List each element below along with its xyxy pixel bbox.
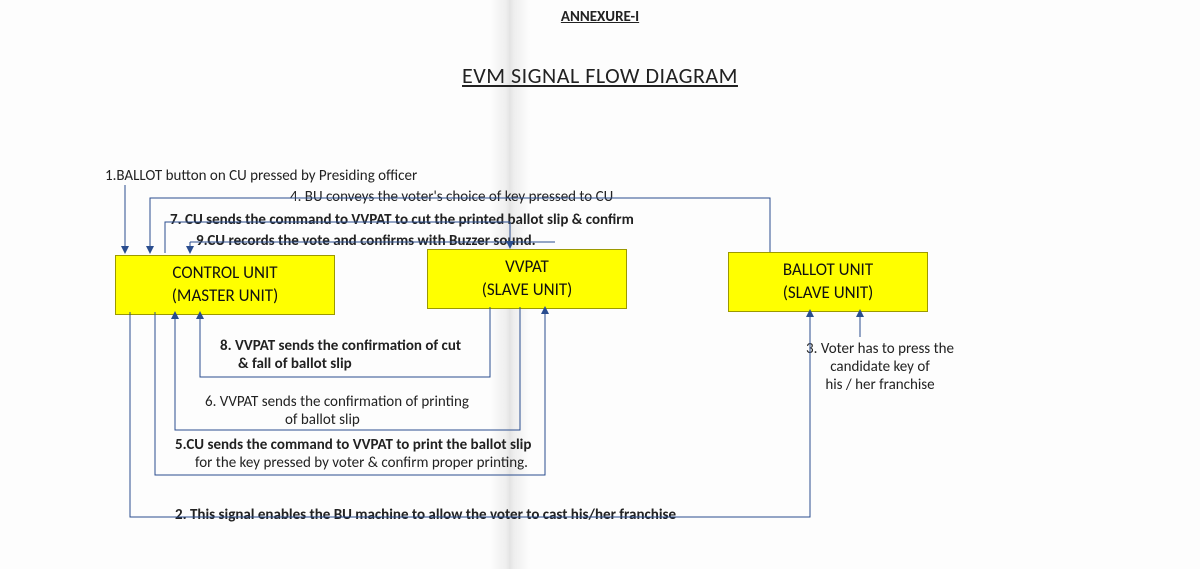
control-unit-box: CONTROL UNIT (MASTER UNIT) [115, 255, 335, 315]
step-8-label: 8. VVPAT sends the confirmation of cut &… [220, 337, 461, 373]
vvpat-unit-line1: VVPAT [436, 256, 618, 279]
step-5-label: 5.CU sends the command to VVPAT to print… [175, 436, 531, 472]
vvpat-unit-box: VVPAT (SLAVE UNIT) [427, 249, 627, 309]
step-4-label: 4. BU conveys the voter's choice of key … [290, 188, 613, 206]
diagram-title: EVM SIGNAL FLOW DIAGRAM [0, 62, 1200, 89]
step-9-label: 9.CU records the vote and confirms with … [196, 232, 536, 250]
step-1-label: 1.BALLOT button on CU pressed by Presidi… [105, 167, 417, 185]
step-3-label: 3. Voter has to press the candidate key … [770, 340, 990, 394]
control-unit-line1: CONTROL UNIT [124, 262, 326, 285]
control-unit-line2: (MASTER UNIT) [124, 285, 326, 308]
step-6-label: 6. VVPAT sends the confirmation of print… [205, 393, 469, 429]
ballot-unit-line1: BALLOT UNIT [737, 259, 919, 282]
annexure-heading: ANNEXURE-I [0, 8, 1200, 26]
ballot-unit-box: BALLOT UNIT (SLAVE UNIT) [728, 252, 928, 312]
step-7-label: 7. CU sends the command to VVPAT to cut … [170, 211, 634, 229]
step-2-label: 2. This signal enables the BU machine to… [175, 506, 676, 524]
vvpat-unit-line2: (SLAVE UNIT) [436, 279, 618, 302]
ballot-unit-line2: (SLAVE UNIT) [737, 282, 919, 305]
